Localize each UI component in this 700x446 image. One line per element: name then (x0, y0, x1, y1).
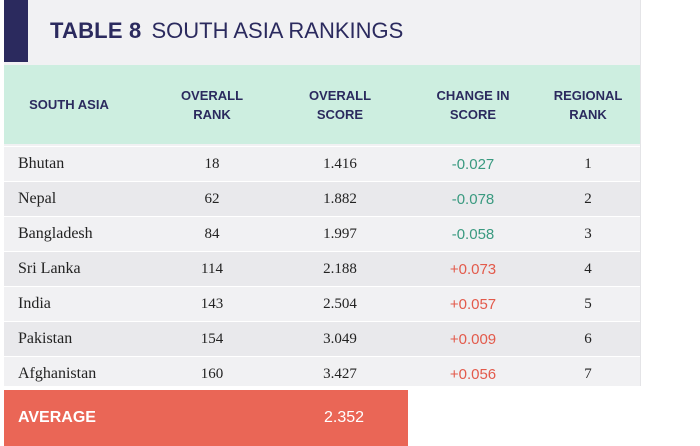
overall-score-cell: 1.997 (323, 225, 357, 242)
country-cell: Sri Lanka (18, 260, 81, 277)
average-row: AVERAGE 2.352 (4, 390, 408, 446)
change-in-score-cell: +0.073 (449, 260, 497, 278)
country-cell: Nepal (18, 190, 57, 207)
overall-rank-cell: 143 (200, 295, 224, 312)
table-row: Bhutan 18 1.416 -0.027 1 (4, 146, 640, 181)
regional-rank-cell: 3 (584, 225, 592, 242)
regional-rank-cell: 7 (584, 365, 592, 382)
country-cell: Afghanistan (18, 365, 97, 382)
table-header: SOUTH ASIA OVERALL RANK OVERALL SCORE CH… (4, 65, 640, 144)
change-in-score-cell: +0.056 (449, 365, 497, 383)
regional-rank-cell: 6 (584, 330, 592, 347)
country-cell: India (18, 295, 51, 312)
overall-score-cell: 2.504 (323, 295, 357, 312)
column-header-overall-score: OVERALL SCORE (308, 87, 372, 122)
regional-rank-cell: 5 (584, 295, 592, 312)
change-in-score-cell: +0.009 (449, 330, 497, 348)
overall-score-cell: 1.416 (323, 155, 357, 172)
change-in-score-cell: +0.057 (449, 295, 497, 313)
table-row: Pakistan 154 3.049 +0.009 6 (4, 321, 640, 356)
title-accent-bar (4, 0, 28, 62)
overall-rank-cell: 160 (200, 365, 224, 382)
country-cell: Bhutan (18, 155, 65, 172)
country-cell: Bangladesh (18, 225, 93, 242)
column-header-regional-rank: REGIONAL RANK (553, 87, 623, 122)
change-in-score-cell: -0.058 (451, 225, 495, 243)
regional-rank-cell: 1 (584, 155, 592, 172)
table-row: Sri Lanka 114 2.188 +0.073 4 (4, 251, 640, 286)
change-in-score-cell: -0.078 (451, 190, 495, 208)
table-number: TABLE 8 (50, 18, 142, 43)
overall-rank-cell: 154 (200, 330, 224, 347)
column-header-overall-rank: OVERALL RANK (180, 87, 244, 122)
table-row: Bangladesh 84 1.997 -0.058 3 (4, 216, 640, 251)
overall-rank-cell: 62 (204, 190, 220, 207)
table-row: Nepal 62 1.882 -0.078 2 (4, 181, 640, 216)
column-header-region: SOUTH ASIA (29, 97, 109, 112)
country-cell: Pakistan (18, 330, 73, 347)
overall-rank-cell: 114 (201, 260, 223, 277)
change-in-score-cell: -0.027 (451, 155, 495, 173)
column-header-change-in-score: CHANGE IN SCORE (436, 87, 510, 122)
overall-score-cell: 3.049 (323, 330, 357, 347)
table-row: Afghanistan 160 3.427 +0.056 7 (4, 356, 640, 391)
regional-rank-cell: 4 (584, 260, 592, 277)
table-title: TABLE 8 SOUTH ASIA RANKINGS (50, 14, 403, 48)
table-row: India 143 2.504 +0.057 5 (4, 286, 640, 321)
panel-edge (640, 0, 641, 386)
overall-score-cell: 2.188 (323, 260, 357, 277)
overall-score-cell: 1.882 (323, 190, 357, 207)
average-value: 2.352 (323, 409, 365, 426)
table-title-text: SOUTH ASIA RANKINGS (151, 18, 404, 43)
overall-rank-cell: 84 (204, 225, 220, 242)
average-label: AVERAGE (18, 409, 96, 426)
overall-rank-cell: 18 (204, 155, 220, 172)
regional-rank-cell: 2 (584, 190, 592, 207)
overall-score-cell: 3.427 (323, 365, 357, 382)
